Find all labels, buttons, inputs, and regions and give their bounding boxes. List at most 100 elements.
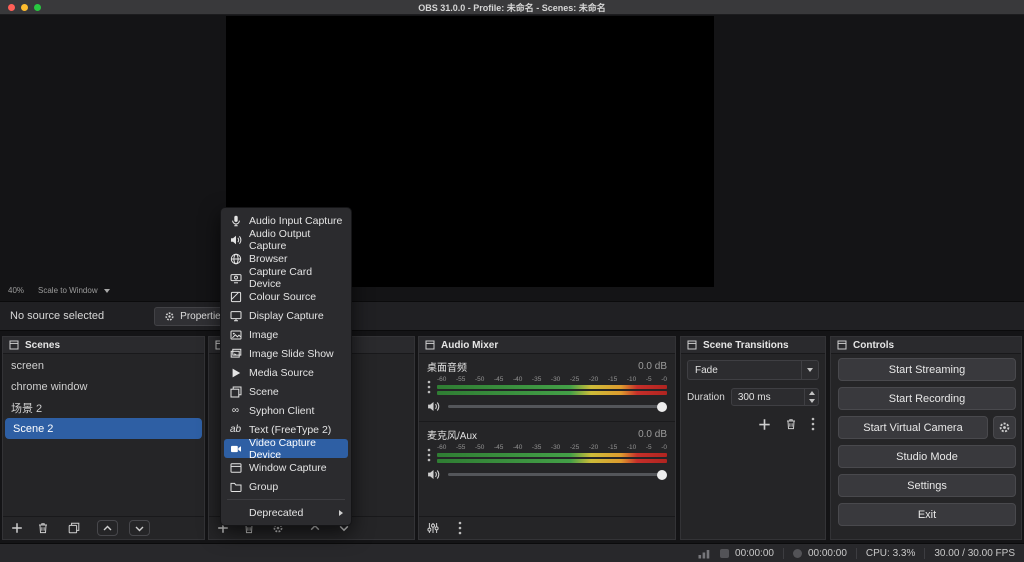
spin-down-icon[interactable] [805,397,818,405]
start-virtual-camera-button[interactable]: Start Virtual Camera [838,416,988,439]
mixer-slider-row [419,465,675,486]
scene-filters-button[interactable] [68,522,80,534]
studio-mode-button[interactable]: Studio Mode [838,445,1016,468]
mixer-meter-row: -60-55-50-45-40-35-30-25-20-15-10-5-0 [419,444,675,465]
menu-item-scene[interactable]: Scene [224,382,348,401]
slider-track [448,473,667,476]
speaker-icon[interactable] [427,400,440,413]
menu-item-image-slide-show[interactable]: Image Slide Show [224,344,348,363]
submenu-arrow-icon [339,510,343,516]
menu-item-video-capture-device[interactable]: Video Capture Device [224,439,348,458]
dock-icon [687,340,697,350]
audio-mixer-dock-title: Audio Mixer [441,340,498,351]
capture-card-icon [229,272,242,284]
menu-item-image[interactable]: Image [224,325,348,344]
meter-bar-right [437,391,667,395]
scenes-dock: Scenes screen chrome window 场景 2 Scene 2 [2,336,205,540]
start-recording-button[interactable]: Start Recording [838,387,1016,410]
volume-slider[interactable] [448,402,667,412]
menu-item-group[interactable]: Group [224,477,348,496]
preview-zoom-level: 40% [8,286,24,295]
add-source-menu: Audio Input Capture Audio Output Capture… [220,207,352,526]
scene-list-item[interactable]: 场景 2 [3,397,204,418]
remove-scene-button[interactable] [37,522,49,534]
dock-icon [837,340,847,350]
meter-tick-labels: -60-55-50-45-40-35-30-25-20-15-10-5-0 [437,444,667,453]
window-icon [229,462,242,474]
menu-item-display-capture[interactable]: Display Capture [224,306,348,325]
controls-dock-header[interactable]: Controls [831,337,1021,354]
duration-label: Duration [687,392,725,403]
audio-mixer-dock: Audio Mixer 桌面音频 0.0 dB -60-55-50-45-40-… [418,336,676,540]
meter-bar-left [437,453,667,457]
scene-list-item-selected[interactable]: Scene 2 [5,418,202,439]
menu-item-capture-card-device[interactable]: Capture Card Device [224,268,348,287]
record-timer: 00:00:00 [793,548,847,559]
microphone-icon [229,215,242,227]
menu-item-audio-output-capture[interactable]: Audio Output Capture [224,230,348,249]
divider [783,548,784,559]
gear-icon [998,421,1011,434]
start-streaming-button[interactable]: Start Streaming [838,358,1016,381]
divider [924,548,925,559]
transition-menu-icon[interactable] [811,417,815,431]
remove-transition-button[interactable] [785,418,797,430]
volume-slider[interactable] [448,470,667,480]
menu-item-syphon-client[interactable]: ∞ Syphon Client [224,401,348,420]
meter-tick-labels: -60-55-50-45-40-35-30-25-20-15-10-5-0 [437,376,667,385]
display-icon [229,310,242,322]
mixer-options-icon[interactable] [427,448,431,462]
close-window-icon[interactable] [8,4,15,11]
move-scene-up-button[interactable] [97,520,118,536]
zoom-window-icon[interactable] [34,4,41,11]
obs-window: OBS 31.0.0 - Profile: 未命名 - Scenes: 未命名 … [0,0,1024,562]
stream-status-icon [720,549,729,558]
minimize-window-icon[interactable] [21,4,28,11]
speaker-icon [229,234,242,246]
mixer-meter-row: -60-55-50-45-40-35-30-25-20-15-10-5-0 [419,376,675,397]
move-scene-down-button[interactable] [129,520,150,536]
spin-up-icon[interactable] [805,389,818,397]
window-title: OBS 31.0.0 - Profile: 未命名 - Scenes: 未命名 [418,1,606,14]
controls-dock: Controls Start Streaming Start Recording… [830,336,1022,540]
source-status-text: No source selected [10,310,104,322]
scene-list-item[interactable]: screen [3,355,204,376]
scenes-dock-header[interactable]: Scenes [3,337,204,354]
slider-handle[interactable] [657,470,667,480]
menu-item-colour-source[interactable]: Colour Source [224,287,348,306]
scene-list: screen chrome window 场景 2 Scene 2 [3,355,204,515]
virtual-camera-settings-button[interactable] [993,416,1016,439]
settings-button[interactable]: Settings [838,474,1016,497]
volume-meter: -60-55-50-45-40-35-30-25-20-15-10-5-0 [437,444,667,465]
cpu-usage: CPU: 3.3% [866,548,915,559]
dock-icon [9,340,19,350]
slider-handle[interactable] [657,402,667,412]
mixer-menu-icon[interactable] [458,521,462,535]
transitions-dock-header[interactable]: Scene Transitions [681,337,825,354]
preview-scale-dropdown[interactable]: Scale to Window [38,286,110,295]
image-icon [229,329,242,341]
menu-item-media-source[interactable]: Media Source [224,363,348,382]
menu-item-window-capture[interactable]: Window Capture [224,458,348,477]
transitions-dock-title: Scene Transitions [703,340,789,351]
advanced-audio-icon[interactable] [427,522,439,534]
play-icon [229,367,242,379]
mixer-channel-level: 0.0 dB [638,361,667,372]
scene-list-item[interactable]: chrome window [3,376,204,397]
mixer-channel-header: 桌面音频 0.0 dB [419,354,675,376]
transition-select[interactable]: Fade [687,360,819,380]
mixer-options-icon[interactable] [427,380,431,394]
add-transition-button[interactable] [758,418,771,431]
controls-dock-title: Controls [853,340,894,351]
exit-button[interactable]: Exit [838,503,1016,526]
add-scene-button[interactable] [11,522,23,534]
text-icon: ab [229,425,242,435]
audio-mixer-dock-header[interactable]: Audio Mixer [419,337,675,354]
scenes-toolbar [3,516,204,539]
microphone-speaker-icon[interactable] [427,468,440,481]
menu-item-deprecated[interactable]: Deprecated [224,503,348,522]
traffic-lights [8,4,41,11]
mixer-channel-level: 0.0 dB [638,429,667,440]
scene-transitions-dock: Scene Transitions Fade Duration 300 ms [680,336,826,540]
duration-spinbox[interactable]: 300 ms [731,388,819,406]
